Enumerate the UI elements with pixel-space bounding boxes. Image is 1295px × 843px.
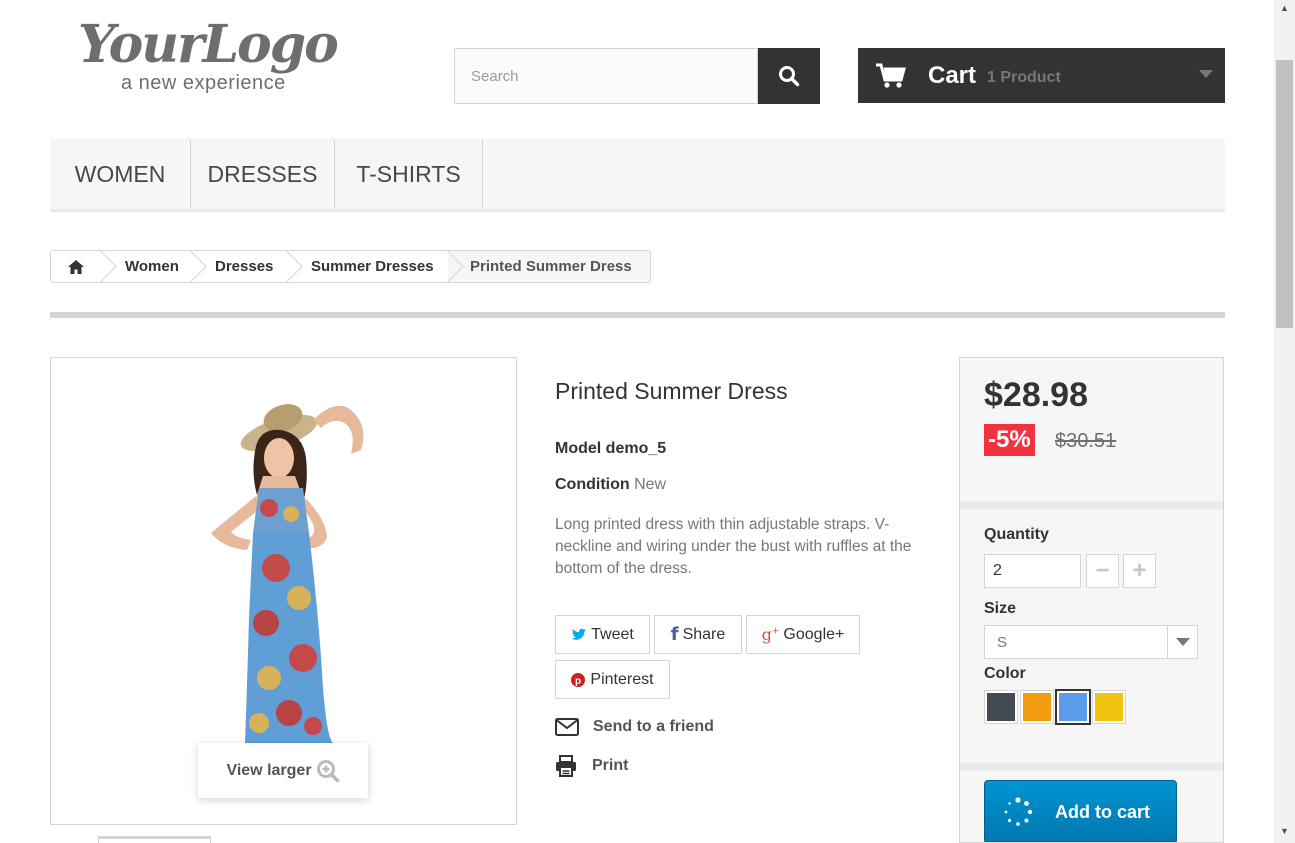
- buy-box: $28.98 -5% $30.51 Quantity − + Size S Co…: [959, 357, 1224, 843]
- svg-text:p: p: [575, 676, 581, 687]
- discount-badge: -5%: [984, 424, 1035, 456]
- google-plus-button[interactable]: g+ Google+: [746, 615, 860, 654]
- buy-box-divider: [960, 501, 1223, 509]
- quantity-input[interactable]: [984, 554, 1081, 588]
- pinterest-icon: p: [571, 672, 586, 687]
- logo-tagline: a new experience: [121, 72, 286, 94]
- old-price: $30.51: [1055, 430, 1117, 452]
- search-icon: [779, 66, 800, 87]
- condition-value: New: [634, 476, 667, 493]
- condition-label: Condition: [555, 476, 630, 493]
- twitter-icon: [571, 628, 587, 640]
- plus-icon: +: [1132, 557, 1147, 584]
- product-condition: Condition New: [555, 476, 666, 494]
- send-to-friend-link[interactable]: Send to a friend: [555, 718, 714, 736]
- model-value: demo_5: [605, 440, 667, 457]
- color-label: Color: [984, 665, 1026, 682]
- minus-icon: −: [1095, 557, 1110, 584]
- add-to-cart-button[interactable]: Add to cart: [984, 780, 1177, 842]
- print-link[interactable]: Print: [555, 755, 628, 777]
- color-swatch-yellow[interactable]: [1092, 690, 1126, 724]
- pinterest-label: Pinterest: [590, 670, 654, 688]
- google-plus-label: Google+: [783, 625, 845, 643]
- menu-item-tshirts[interactable]: T-SHIRTS: [335, 139, 483, 209]
- print-label: Print: [592, 757, 629, 774]
- quantity-label: Quantity: [984, 526, 1049, 543]
- envelope-icon: [555, 718, 579, 736]
- product-title: Printed Summer Dress: [555, 378, 788, 404]
- pinterest-button[interactable]: p Pinterest: [555, 660, 670, 699]
- quantity-decrease-button[interactable]: −: [1086, 554, 1119, 588]
- breadcrumb-item-summer-dresses[interactable]: Summer Dresses: [287, 251, 464, 282]
- menu-item-dresses[interactable]: DRESSES: [191, 139, 335, 209]
- breadcrumb-home[interactable]: [51, 251, 117, 282]
- buy-box-divider: [960, 763, 1223, 771]
- loading-spinner-icon: [1004, 797, 1033, 826]
- facebook-icon: f: [670, 624, 679, 645]
- size-value: S: [997, 633, 1008, 651]
- product-price: $28.98: [984, 376, 1088, 414]
- printer-icon: [556, 755, 576, 777]
- zoom-icon: [316, 759, 339, 782]
- site-logo[interactable]: YourLogo a new experience: [78, 14, 378, 104]
- cart-count: 1 Product: [987, 68, 1061, 86]
- color-swatch-dark-grey[interactable]: [984, 690, 1018, 724]
- breadcrumb-label: Dresses: [215, 258, 274, 275]
- chevron-down-icon: [1167, 626, 1197, 658]
- breadcrumb: Women Dresses Summer Dresses Printed Sum…: [50, 250, 651, 283]
- send-to-friend-label: Send to a friend: [593, 718, 714, 735]
- color-swatch-blue[interactable]: [1055, 689, 1091, 725]
- logo-main-text: YourLogo: [78, 14, 339, 75]
- breadcrumb-label: Women: [125, 258, 179, 275]
- main-menu: WOMEN DRESSES T-SHIRTS: [50, 139, 1225, 212]
- product-model: Model demo_5: [555, 440, 666, 458]
- chevron-down-icon: [1199, 70, 1213, 78]
- home-icon: [68, 259, 84, 274]
- cart-label: Cart: [928, 61, 977, 89]
- cart-icon: [876, 63, 906, 89]
- search-input[interactable]: [454, 48, 758, 104]
- size-select[interactable]: S: [984, 625, 1198, 659]
- view-larger-label: View larger: [226, 761, 312, 779]
- search-button[interactable]: [758, 48, 820, 104]
- breadcrumb-current: Printed Summer Dress: [470, 258, 632, 275]
- menu-item-women[interactable]: WOMEN: [50, 139, 191, 209]
- share-label: Share: [682, 625, 726, 643]
- model-label: Model: [555, 440, 602, 457]
- color-swatch-orange[interactable]: [1020, 690, 1054, 724]
- quantity-increase-button[interactable]: +: [1123, 554, 1156, 588]
- google-plus-icon: g+: [761, 625, 780, 644]
- view-larger-button[interactable]: View larger: [198, 743, 368, 798]
- scroll-up-icon[interactable]: ▲: [1274, 0, 1295, 16]
- breadcrumb-label: Summer Dresses: [311, 258, 434, 275]
- thumbnail[interactable]: [98, 836, 211, 843]
- scroll-down-icon[interactable]: ▼: [1274, 823, 1295, 839]
- cart-dropdown[interactable]: Cart 1 Product: [858, 48, 1225, 103]
- add-to-cart-label: Add to cart: [1055, 801, 1151, 822]
- facebook-share-button[interactable]: f Share: [654, 615, 742, 654]
- tweet-label: Tweet: [591, 625, 634, 643]
- product-description: Long printed dress with thin adjustable …: [555, 516, 912, 577]
- scrollbar-thumb[interactable]: [1276, 60, 1293, 328]
- size-label: Size: [984, 600, 1017, 617]
- tweet-button[interactable]: Tweet: [555, 615, 650, 654]
- section-divider: [50, 312, 1225, 318]
